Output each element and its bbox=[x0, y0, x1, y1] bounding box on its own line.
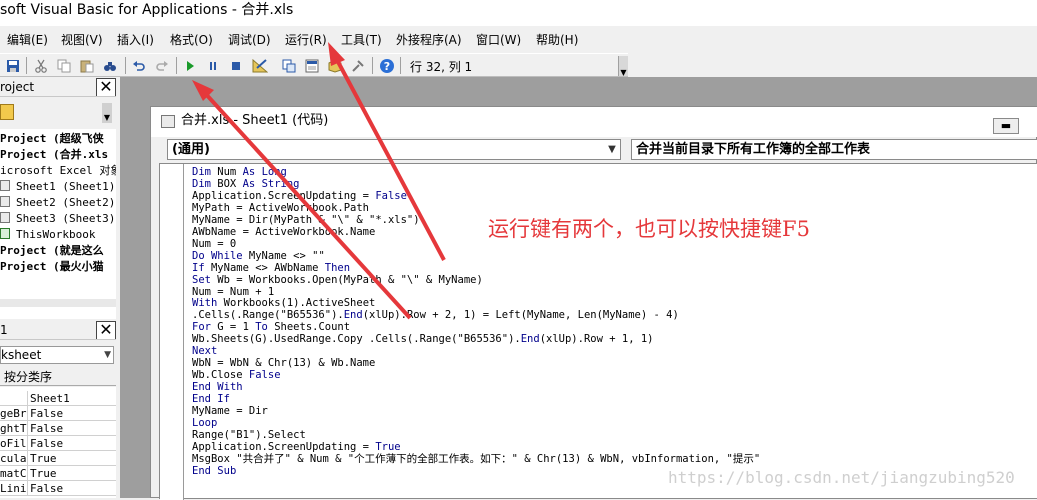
menu-view[interactable]: 视图(V) bbox=[61, 31, 103, 48]
code-line: End With bbox=[192, 381, 243, 394]
toolbar-options-icon[interactable]: ▼ bbox=[618, 56, 628, 77]
object-combo[interactable]: (通用) ▼ bbox=[167, 139, 621, 160]
tree-item[interactable]: Project (合并.xls bbox=[0, 147, 108, 163]
project-pane-header: roject ✕ bbox=[0, 77, 116, 97]
code-line: MsgBox "共合并了" & Num & "个工作薄下的全部工作表。如下：" … bbox=[192, 452, 761, 465]
tree-item-thisworkbook[interactable]: ThisWorkbook bbox=[0, 227, 95, 243]
menu-run[interactable]: 运行(R) bbox=[285, 31, 327, 48]
menu-debug[interactable]: 调试(D) bbox=[228, 31, 271, 48]
object-browser-icon[interactable] bbox=[326, 57, 344, 74]
code-line: End If bbox=[192, 393, 230, 406]
run-icon[interactable] bbox=[181, 57, 199, 74]
annotation-text: 运行键有两个，也可以按快捷键F5 bbox=[488, 217, 810, 241]
save-icon[interactable] bbox=[4, 57, 22, 74]
property-row[interactable]: LininFalse bbox=[0, 481, 116, 496]
pane-toolbar-overflow-icon[interactable]: ▼ bbox=[102, 103, 112, 123]
code-window-title: 合并.xls - Sheet1 (代码) bbox=[181, 113, 329, 128]
project-pane-toolbar: ▼ bbox=[0, 101, 116, 125]
properties-grid: Sheet1 geBreFalse ghtToFalse oFiltFalse … bbox=[0, 387, 116, 498]
window-title-bar: soft Visual Basic for Applications - 合并.… bbox=[0, 0, 1037, 26]
minimize-icon[interactable]: ▬ bbox=[993, 118, 1019, 134]
code-window: 合并.xls - Sheet1 (代码) ▬ (通用) ▼ 合并当前目录下所有工… bbox=[150, 106, 1037, 500]
property-row[interactable]: oFiltFalse bbox=[0, 436, 116, 451]
project-pane-close-icon[interactable]: ✕ bbox=[96, 78, 116, 96]
sheet-icon bbox=[0, 196, 10, 207]
code-module-icon bbox=[161, 115, 175, 128]
tree-item-sheet3[interactable]: Sheet3 (Sheet3) bbox=[0, 211, 115, 227]
svg-text:?: ? bbox=[384, 60, 390, 73]
menu-edit[interactable]: 编辑(E) bbox=[7, 31, 48, 48]
stop-icon[interactable] bbox=[227, 57, 245, 74]
menu-addins[interactable]: 外接程序(A) bbox=[396, 31, 462, 48]
tree-item[interactable]: Project (就是这么 bbox=[0, 243, 104, 259]
properties-pane-title: 1 bbox=[0, 323, 8, 337]
left-panels: roject ✕ ▼ Project (超级飞侠 Project (合并.xls… bbox=[0, 77, 120, 498]
paste-icon[interactable] bbox=[78, 57, 96, 74]
properties-tabs: 按分类序 bbox=[0, 368, 116, 386]
procedure-combo[interactable]: 合并当前目录下所有工作簿的全部工作表 bbox=[631, 139, 1037, 160]
menu-format[interactable]: 格式(O) bbox=[170, 31, 213, 48]
chevron-down-icon: ▼ bbox=[104, 350, 111, 360]
tree-item-sheet2[interactable]: Sheet2 (Sheet2) bbox=[0, 195, 115, 211]
sheet-icon bbox=[0, 180, 10, 191]
undo-icon[interactable] bbox=[130, 57, 148, 74]
menu-help[interactable]: 帮助(H) bbox=[536, 31, 578, 48]
design-mode-icon[interactable] bbox=[251, 57, 269, 74]
object-selector[interactable]: ksheet ▼ bbox=[0, 346, 114, 364]
toolbox-icon[interactable] bbox=[349, 57, 367, 74]
tree-item[interactable]: Project (最火小猫 bbox=[0, 259, 104, 275]
code-line: Set Wb = Workbooks.Open(MyPath & "\" & M… bbox=[192, 273, 483, 286]
code-line: Wb.Sheets(G).UsedRange.Copy .Cells(.Rang… bbox=[192, 333, 654, 346]
tree-scrollbar[interactable] bbox=[0, 299, 116, 307]
properties-pane-header: 1 ✕ bbox=[0, 320, 116, 340]
code-margin bbox=[160, 164, 184, 500]
window-title: soft Visual Basic for Applications - 合并.… bbox=[0, 2, 294, 18]
tree-item[interactable]: Project (超级飞侠 bbox=[0, 131, 104, 147]
property-row[interactable]: culatTrue bbox=[0, 451, 116, 466]
property-row[interactable]: ghtToFalse bbox=[0, 421, 116, 436]
project-pane-title: roject bbox=[0, 80, 35, 94]
property-row[interactable]: matCoTrue bbox=[0, 466, 116, 481]
standard-toolbar: ? 行 32, 列 1 ▼ bbox=[0, 53, 628, 77]
code-line: Do While MyName <> "" bbox=[192, 249, 325, 262]
menu-insert[interactable]: 插入(I) bbox=[117, 31, 154, 48]
menu-bar: 编辑(E) 视图(V) 插入(I) 格式(O) 调试(D) 运行(R) 工具(T… bbox=[0, 26, 1037, 51]
sheet-icon bbox=[0, 212, 10, 223]
chevron-down-icon: ▼ bbox=[608, 144, 616, 155]
copy-icon[interactable] bbox=[55, 57, 73, 74]
project-explorer-icon[interactable] bbox=[280, 57, 298, 74]
menu-tools[interactable]: 工具(T) bbox=[341, 31, 382, 48]
properties-pane-close-icon[interactable]: ✕ bbox=[96, 321, 116, 339]
tab-categorized[interactable]: 按分类序 bbox=[4, 368, 52, 386]
tree-item[interactable]: icrosoft Excel 对象 bbox=[0, 163, 116, 179]
project-tree: Project (超级飞侠 Project (合并.xls icrosoft E… bbox=[0, 129, 116, 319]
code-line: If MyName <> AWbName Then bbox=[192, 261, 351, 274]
code-window-title-bar: 合并.xls - Sheet1 (代码) ▬ bbox=[151, 107, 1037, 137]
watermark: https://blog.csdn.net/jiangzubing520 bbox=[668, 468, 1015, 487]
code-line: Wb.Close False bbox=[192, 369, 281, 382]
menu-window[interactable]: 窗口(W) bbox=[476, 31, 521, 48]
toggle-folders-icon[interactable] bbox=[0, 104, 14, 120]
redo-icon[interactable] bbox=[153, 57, 171, 74]
properties-window-icon[interactable] bbox=[303, 57, 321, 74]
property-row[interactable]: Sheet1 bbox=[0, 391, 116, 406]
cut-icon[interactable] bbox=[32, 57, 50, 74]
tree-item-sheet1[interactable]: Sheet1 (Sheet1) bbox=[0, 179, 115, 195]
property-row[interactable]: geBreFalse bbox=[0, 406, 116, 421]
pause-icon[interactable] bbox=[204, 57, 222, 74]
code-line: MyName = Dir bbox=[192, 405, 268, 418]
workbook-icon bbox=[0, 228, 10, 239]
help-icon[interactable]: ? bbox=[378, 57, 396, 74]
cursor-position-label: 行 32, 列 1 bbox=[410, 60, 473, 74]
find-icon[interactable] bbox=[101, 57, 119, 74]
